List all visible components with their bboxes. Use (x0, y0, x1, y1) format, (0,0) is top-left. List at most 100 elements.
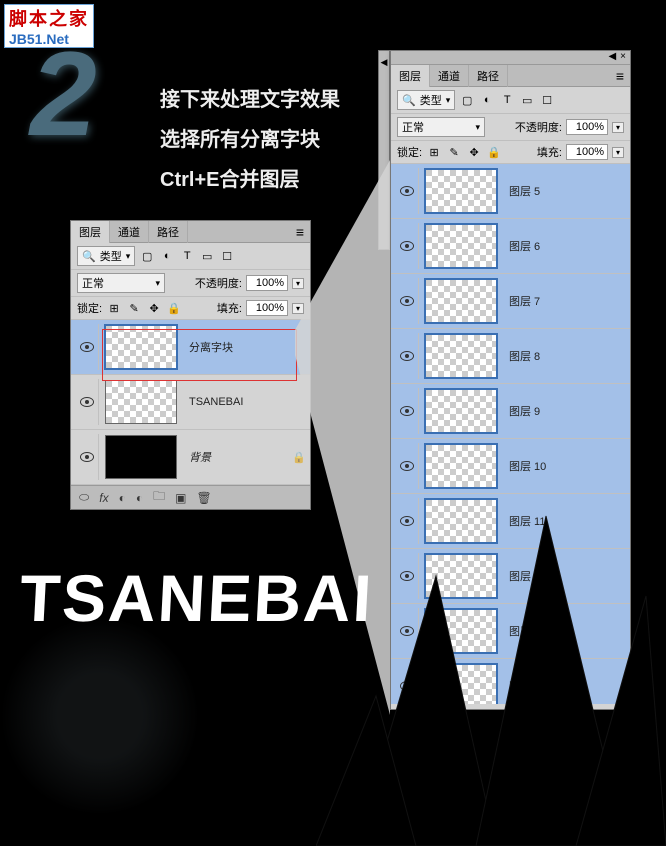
layer-thumbnail[interactable] (425, 334, 497, 378)
panel-close-icon[interactable]: × (620, 51, 626, 64)
panel-menu-icon[interactable]: ≡ (610, 68, 630, 84)
filter-adjust-icon[interactable]: ◐ (479, 92, 495, 108)
opacity-spinner[interactable]: ▾ (292, 278, 304, 289)
filter-smart-icon[interactable]: ☐ (539, 92, 555, 108)
fill-input[interactable]: 100% (246, 300, 288, 316)
visibility-toggle[interactable] (395, 333, 419, 379)
lock-all-icon[interactable]: 🔒 (486, 144, 502, 160)
tab-paths[interactable]: 路径 (149, 221, 188, 243)
tab-channels[interactable]: 通道 (430, 65, 469, 87)
lock-position-icon[interactable]: ✥ (466, 144, 482, 160)
layers-panel-small: 图层 通道 路径 ≡ 🔍 类型 ▾ ▢ ◐ T ▭ ☐ 正常 ▾ 不透明度: 1… (70, 220, 311, 510)
new-layer-icon[interactable]: ▣ (175, 491, 186, 505)
opacity-spinner[interactable]: ▾ (612, 122, 624, 133)
layer-thumbnail[interactable] (105, 435, 177, 479)
type-filter-row: 🔍 类型 ▾ ▢ ◐ T ▭ ☐ (71, 243, 310, 270)
layer-row-background[interactable]: 背景 🔒 (71, 430, 310, 485)
layer-name[interactable]: 分离字块 (189, 339, 233, 355)
layer-row[interactable]: 图层 5 (391, 164, 630, 219)
layers-list-small[interactable]: 分离字块 TSANEBAI 背景 🔒 (71, 320, 310, 485)
fill-spinner[interactable]: ▾ (292, 303, 304, 314)
panel-collapse-bar[interactable]: ◀ (378, 50, 390, 250)
eye-icon (400, 241, 414, 251)
filter-shape-icon[interactable]: ▭ (199, 248, 215, 264)
filter-pixel-icon[interactable]: ▢ (139, 248, 155, 264)
blend-mode-dropdown[interactable]: 正常 ▾ (77, 273, 165, 293)
panel-menu-icon[interactable]: ≡ (290, 224, 310, 240)
instruction-line-2: 选择所有分离字块 (160, 120, 340, 160)
layer-name[interactable]: 图层 5 (509, 183, 540, 199)
filter-adjust-icon[interactable]: ◐ (159, 248, 175, 264)
visibility-toggle[interactable] (75, 434, 99, 480)
opacity-input[interactable]: 100% (246, 275, 288, 291)
opacity-input[interactable]: 100% (566, 119, 608, 135)
delete-icon[interactable]: 🗑 (196, 491, 211, 505)
layer-name[interactable]: TSANEBAI (189, 396, 243, 408)
layer-row[interactable]: 图层 8 (391, 329, 630, 384)
lock-pixels-icon[interactable]: ⊞ (106, 300, 122, 316)
opacity-label: 不透明度: (515, 119, 562, 135)
search-icon: 🔍 (82, 250, 96, 263)
layer-thumbnail[interactable] (105, 325, 177, 369)
panel-tabs: 图层 通道 路径 ≡ (71, 221, 310, 243)
layer-row-separated[interactable]: 分离字块 (71, 320, 310, 375)
layer-thumbnail[interactable] (105, 380, 177, 424)
filter-text-icon[interactable]: T (499, 92, 515, 108)
chevron-down-icon: ▾ (126, 251, 131, 262)
lock-label: 锁定: (397, 144, 422, 160)
instruction-line-1: 接下来处理文字效果 (160, 80, 340, 120)
instruction-line-3: Ctrl+E合并图层 (160, 160, 340, 200)
lock-position-icon[interactable]: ✥ (146, 300, 162, 316)
lock-all-icon[interactable]: 🔒 (166, 300, 182, 316)
layer-thumbnail[interactable] (425, 279, 497, 323)
layer-row[interactable]: 图层 6 (391, 219, 630, 274)
panel-min-icon[interactable]: ◀ (608, 51, 616, 64)
tab-channels[interactable]: 通道 (110, 221, 149, 243)
tab-layers[interactable]: 图层 (71, 221, 110, 243)
type-dropdown[interactable]: 🔍 类型 ▾ (397, 90, 455, 110)
layer-row[interactable]: 图层 7 (391, 274, 630, 329)
visibility-toggle[interactable] (75, 324, 99, 370)
lock-pixels-icon[interactable]: ⊞ (426, 144, 442, 160)
panel-footer: ⬭ fx ◐ ◐ 🗀 ▣ 🗑 (71, 485, 310, 509)
visibility-toggle[interactable] (75, 379, 99, 425)
visibility-toggle[interactable] (395, 223, 419, 269)
type-filter-row: 🔍 类型 ▾ ▢ ◐ T ▭ ☐ (391, 87, 630, 114)
visibility-toggle[interactable] (395, 168, 419, 214)
eye-icon (80, 452, 94, 462)
fill-input[interactable]: 100% (566, 144, 608, 160)
fill-spinner[interactable]: ▾ (612, 147, 624, 158)
lock-brush-icon[interactable]: ✎ (126, 300, 142, 316)
filter-smart-icon[interactable]: ☐ (219, 248, 235, 264)
link-layers-icon[interactable]: ⬭ (79, 490, 89, 505)
layer-name[interactable]: 图层 6 (509, 238, 540, 254)
lock-brush-icon[interactable]: ✎ (446, 144, 462, 160)
layer-name[interactable]: 图层 8 (509, 348, 540, 364)
filter-shape-icon[interactable]: ▭ (519, 92, 535, 108)
panel-top-bar: ◀ × (391, 51, 630, 65)
adjustment-icon[interactable]: ◐ (136, 491, 143, 505)
eye-icon (400, 351, 414, 361)
mask-icon[interactable]: ◐ (119, 491, 126, 505)
panel-tabs: 图层 通道 路径 ≡ (391, 65, 630, 87)
lock-label: 锁定: (77, 300, 102, 316)
layer-thumbnail[interactable] (425, 224, 497, 268)
layer-thumbnail[interactable] (425, 169, 497, 213)
tab-layers[interactable]: 图层 (391, 65, 430, 87)
filter-text-icon[interactable]: T (179, 248, 195, 264)
lock-row: 锁定: ⊞ ✎ ✥ 🔒 填充: 100% ▾ (391, 141, 630, 164)
layer-name[interactable]: 背景 (189, 449, 211, 465)
lock-icon: 🔒 (292, 451, 306, 464)
layer-row-tsanebai[interactable]: TSANEBAI (71, 375, 310, 430)
group-icon[interactable]: 🗀 (153, 487, 165, 508)
fx-icon[interactable]: fx (99, 491, 108, 505)
blend-mode-dropdown[interactable]: 正常 ▾ (397, 117, 485, 137)
visibility-toggle[interactable] (395, 278, 419, 324)
layer-name[interactable]: 图层 7 (509, 293, 540, 309)
blend-row: 正常 ▾ 不透明度: 100% ▾ (71, 270, 310, 297)
fill-label: 填充: (537, 144, 562, 160)
tab-paths[interactable]: 路径 (469, 65, 508, 87)
glass-bubble-deco (0, 616, 200, 816)
type-dropdown[interactable]: 🔍 类型 ▾ (77, 246, 135, 266)
filter-pixel-icon[interactable]: ▢ (459, 92, 475, 108)
